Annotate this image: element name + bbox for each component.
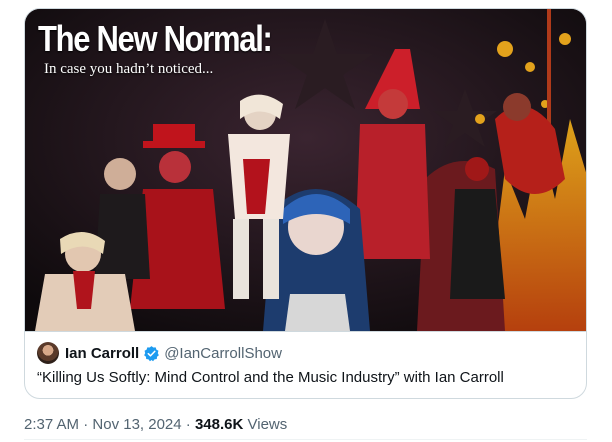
meta-separator: · [181,416,195,433]
image-headline: The New Normal: [38,18,273,59]
post-metadata: 2:37 AM · Nov 13, 2024 · 348.6K Views [24,416,287,433]
quoted-post-text: “Killing Us Softly: Mind Control and the… [37,369,504,386]
divider [24,439,587,440]
avatar[interactable] [37,342,59,364]
post-date[interactable]: Nov 13, 2024 [92,416,181,433]
post-time[interactable]: 2:37 AM [24,416,79,433]
collage-image[interactable]: The New Normal: In case you hadn’t notic… [25,9,586,331]
tweet-media-card[interactable]: The New Normal: In case you hadn’t notic… [24,8,587,399]
image-subhead: In case you hadn’t noticed... [44,61,214,77]
views-count: 348.6K [194,416,244,433]
views-label: Views [243,416,288,433]
quoted-post[interactable]: Ian Carroll @IanCarrollShow “Killing Us … [25,331,586,398]
quoted-post-header: Ian Carroll @IanCarrollShow [37,342,282,364]
meta-separator: · [79,416,93,433]
quoted-author-handle[interactable]: @IanCarrollShow [164,345,282,362]
verified-badge-icon [144,345,160,361]
quoted-author-name[interactable]: Ian Carroll [65,345,139,362]
